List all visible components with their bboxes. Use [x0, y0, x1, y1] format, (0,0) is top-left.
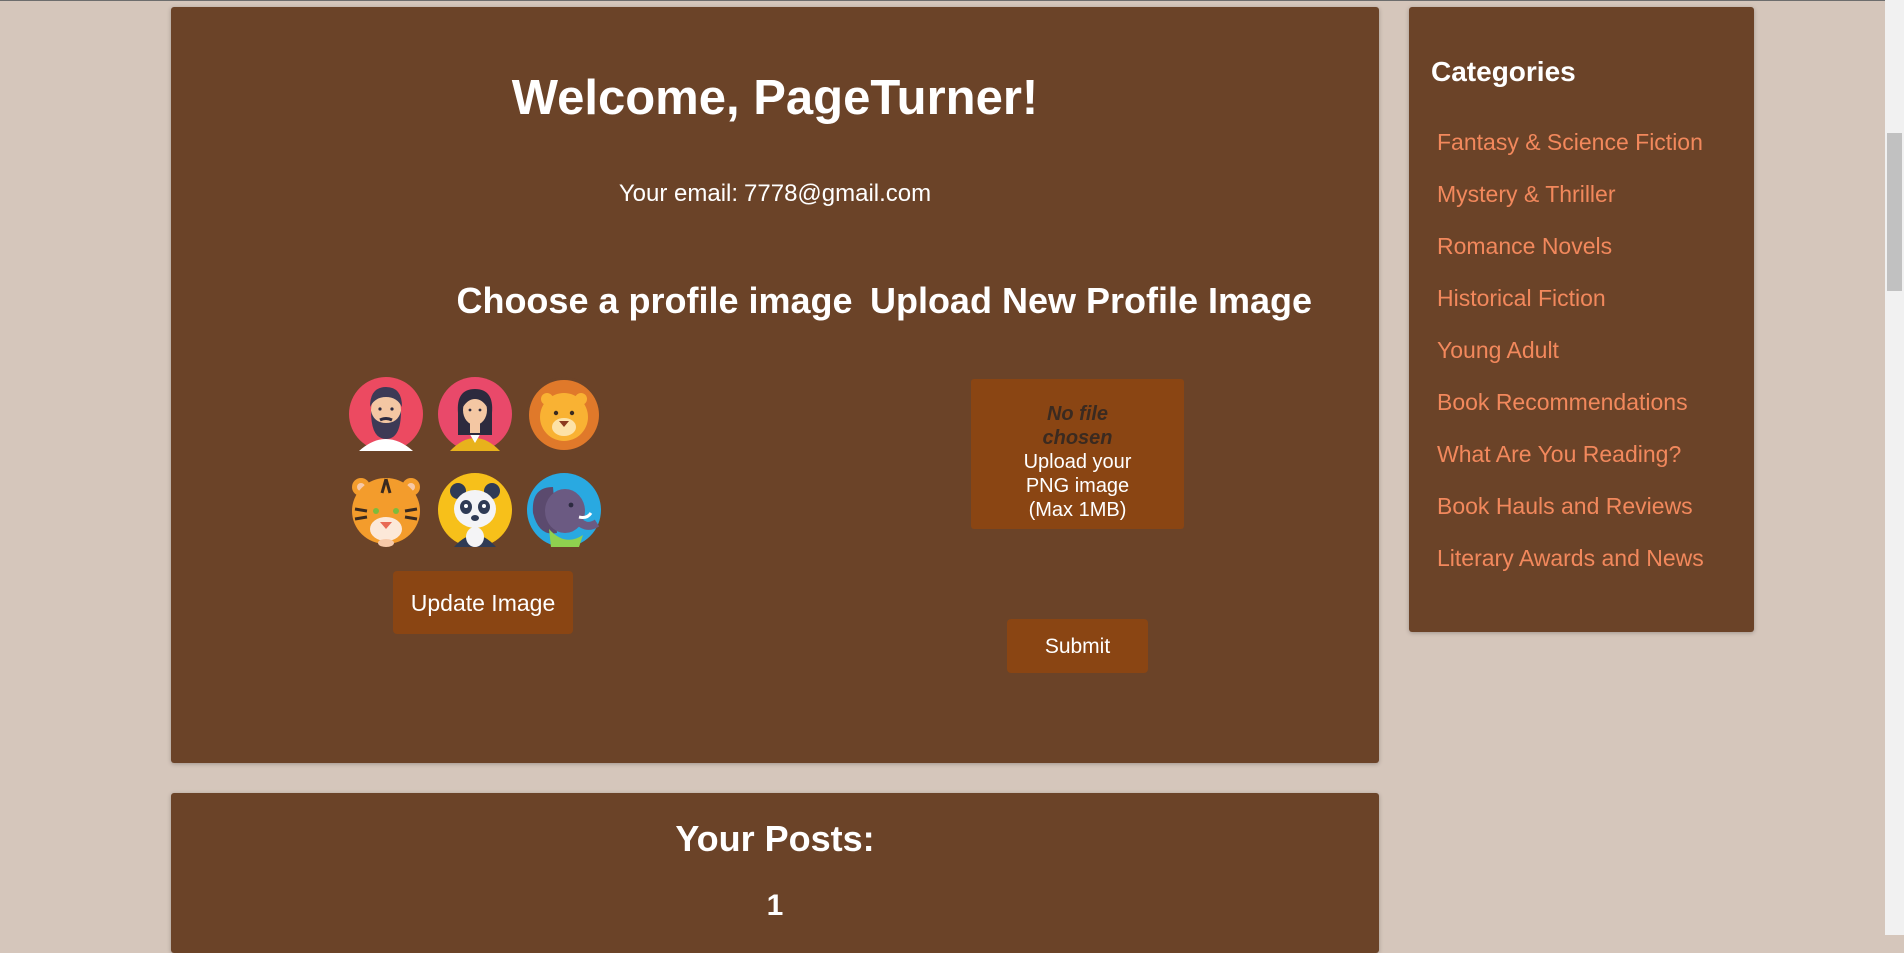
tiger-avatar[interactable]: [349, 473, 423, 547]
category-item: Young Adult: [1437, 336, 1704, 388]
categories-heading: Categories: [1431, 56, 1576, 87]
woman-avatar[interactable]: [438, 377, 512, 451]
page-scrollbar[interactable]: [1885, 0, 1904, 935]
category-link-young-adult[interactable]: Young Adult: [1437, 337, 1559, 363]
lion-avatar[interactable]: [527, 377, 601, 451]
category-item: Book Recommendations: [1437, 388, 1704, 440]
category-link-fantasy-science-fiction[interactable]: Fantasy & Science Fiction: [1437, 129, 1703, 155]
elephant-avatar[interactable]: [527, 473, 601, 547]
panda-avatar[interactable]: [438, 473, 512, 547]
profile-panel: Welcome, PageTurner! Your email: 7778@gma…: [171, 7, 1379, 763]
submit-button[interactable]: Submit: [1007, 619, 1148, 673]
welcome-heading: Welcome, PageTurner!: [511, 71, 1039, 125]
category-item: What Are You Reading?: [1437, 440, 1704, 492]
category-link-what-are-you-reading[interactable]: What Are You Reading?: [1437, 441, 1681, 467]
post-count: 1: [766, 889, 784, 922]
update-image-button[interactable]: Update Image: [393, 571, 573, 634]
scrollbar-thumb[interactable]: [1887, 133, 1902, 291]
category-item: Historical Fiction: [1437, 284, 1704, 336]
category-item: Romance Novels: [1437, 232, 1704, 284]
posts-panel: Your Posts: 1: [171, 793, 1379, 953]
category-link-book-hauls-reviews[interactable]: Book Hauls and Reviews: [1437, 493, 1693, 519]
categories-list: Fantasy & Science Fiction Mystery & Thri…: [1437, 128, 1704, 596]
category-link-mystery-thriller[interactable]: Mystery & Thriller: [1437, 181, 1616, 207]
category-item: Mystery & Thriller: [1437, 180, 1704, 232]
bearded-man-avatar[interactable]: [349, 377, 423, 451]
email-label: Your email:: [618, 180, 739, 207]
file-upload-input[interactable]: No file chosen Upload your PNG image (Ma…: [971, 379, 1184, 529]
file-status-text: No file chosen: [1042, 403, 1113, 449]
category-item: Fantasy & Science Fiction: [1437, 128, 1704, 180]
categories-sidebar: Categories Fantasy & Science Fiction Mys…: [1409, 7, 1754, 632]
category-item: Book Hauls and Reviews: [1437, 492, 1704, 544]
email-value: 7778@gmail.com: [744, 180, 932, 207]
category-link-literary-awards-news[interactable]: Literary Awards and News: [1437, 545, 1704, 571]
category-item: Literary Awards and News: [1437, 544, 1704, 596]
category-link-romance-novels[interactable]: Romance Novels: [1437, 233, 1612, 259]
category-link-book-recommendations[interactable]: Book Recommendations: [1437, 389, 1688, 415]
window-top-border: [0, 0, 1885, 1]
your-posts-heading: Your Posts:: [675, 818, 875, 859]
email-line: Your email: 7778@gmail.com: [171, 180, 1379, 209]
category-link-historical-fiction[interactable]: Historical Fiction: [1437, 285, 1606, 311]
upload-profile-image-heading: Upload New Profile Image: [869, 280, 1313, 321]
file-upload-hint: Upload your PNG image (Max 1MB): [1023, 451, 1132, 521]
